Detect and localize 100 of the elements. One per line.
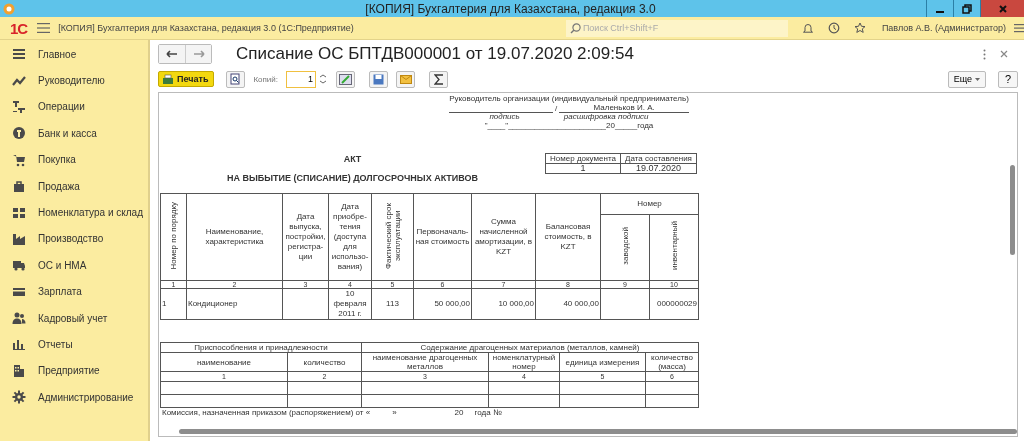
search-icon xyxy=(569,22,581,34)
close-icon[interactable] xyxy=(1000,50,1008,58)
header-cell: количество (масса) xyxy=(645,352,699,372)
sidebar-item[interactable]: Номенклатура и склад xyxy=(0,199,148,226)
restore-icon xyxy=(962,3,972,14)
ledger-icon xyxy=(12,99,26,114)
right-arrow-icon xyxy=(192,50,205,58)
header-cell: Номер xyxy=(600,193,699,215)
table-cell xyxy=(600,288,650,320)
app-logo: 1С xyxy=(10,19,28,37)
gear-icon xyxy=(12,390,26,405)
date-line: "____"______________________20_____года xyxy=(484,121,654,130)
bag-icon xyxy=(12,179,26,194)
act-subtitle: НА ВЫБЫТИЕ (СПИСАНИЕ) ДОЛГОСРОЧНЫХ АКТИВОВ xyxy=(226,173,479,183)
header-cell: Приспособления и принадлежности xyxy=(160,342,362,353)
sidebar-item[interactable]: Главное xyxy=(0,41,148,68)
signer-role: Руководитель организации (индивидуальный предприниматель) xyxy=(449,95,689,103)
print-button[interactable]: Печать xyxy=(158,71,215,87)
signature-caption: подпись xyxy=(489,113,520,121)
header-cell: Сумма начисленной амортизации, в KZT xyxy=(471,193,536,281)
signer-name: Маленьков И. А. xyxy=(559,103,690,113)
sidebar-item[interactable]: Операции xyxy=(0,93,148,121)
table-cell: 40 000,00 xyxy=(535,288,601,320)
header-cell: Первоначаль-ная стоимость xyxy=(413,193,472,281)
sidebar-item[interactable]: Покупка xyxy=(0,146,148,173)
spinner-icon[interactable] xyxy=(318,73,329,85)
save-button[interactable] xyxy=(369,70,389,88)
header-cell: инвентарный xyxy=(649,214,699,281)
scrollbar[interactable] xyxy=(179,429,1017,434)
bell-icon[interactable] xyxy=(801,22,814,34)
sum-button[interactable] xyxy=(429,70,449,88)
help-button[interactable]: ? xyxy=(998,70,1018,88)
sidebar-item[interactable]: Производство xyxy=(0,225,148,253)
header-cell: Балансовая стоимость, в KZT xyxy=(535,193,601,281)
table-cell: 1 xyxy=(545,163,621,174)
header-cell: Фактический срок эксплуатации xyxy=(371,193,414,281)
sidebar-item[interactable]: Руководителю xyxy=(0,67,148,94)
people-icon xyxy=(12,311,26,326)
close-button[interactable] xyxy=(980,0,1024,17)
sidebar-item[interactable]: Продажа xyxy=(0,172,148,200)
header-cell: Содержание драгоценных материалов (металлов, камней) xyxy=(361,342,699,353)
sidebar-item[interactable]: Банк и касса xyxy=(0,120,148,147)
header-cell: номенклатурный номер xyxy=(488,352,560,372)
decode-caption: расшифровка подписи xyxy=(563,113,649,121)
caret-icon xyxy=(975,77,980,81)
printer-icon xyxy=(162,73,174,85)
grid-icon xyxy=(12,205,26,220)
cart-icon xyxy=(12,152,26,167)
minimize-icon xyxy=(936,10,944,13)
header-cell: Дата составления xyxy=(620,153,697,164)
sidebar-item[interactable]: Предприятие xyxy=(0,357,148,385)
scrollbar[interactable] xyxy=(1010,165,1015,255)
header-cell: Номер документа xyxy=(545,153,621,164)
truck-icon xyxy=(12,258,26,273)
factory-icon xyxy=(12,231,26,246)
table-cell: 000000029 xyxy=(649,288,699,320)
sidebar-item[interactable]: Отчеты xyxy=(0,331,148,358)
search-field[interactable]: Поиск Ctrl+Shift+F xyxy=(582,19,788,37)
table-cell: 113 xyxy=(371,288,414,320)
table-cell: 1 xyxy=(160,288,187,320)
header-cell: заводской xyxy=(600,214,650,281)
header-cell: Номер по порядку xyxy=(160,193,187,281)
user-name[interactable]: Павлов А.В. (Администратор) xyxy=(881,23,1006,33)
more-button[interactable]: Еще xyxy=(947,70,986,88)
sidebar-item[interactable]: ОС и НМА xyxy=(0,252,148,279)
sidebar-item[interactable]: Кадровый учет xyxy=(0,304,148,332)
lines-icon xyxy=(12,47,26,62)
bar-chart-icon xyxy=(12,337,26,352)
menu-icon[interactable] xyxy=(37,23,51,33)
table-cell: 10 000,00 xyxy=(471,288,536,320)
table-cell xyxy=(282,288,329,320)
act-title: АКТ xyxy=(343,154,362,164)
app-icon xyxy=(3,2,15,15)
preview-icon xyxy=(230,73,242,85)
header-cell: Дата приобре-тения (доступа для использо-вания) xyxy=(328,193,372,281)
window-title: [КОПИЯ] Бухгалтерия для Казахстана, редакция 3.0 xyxy=(364,1,657,16)
preview-button[interactable] xyxy=(226,70,246,88)
coin-icon xyxy=(12,126,26,141)
table-cell: Кондиционер xyxy=(186,288,283,320)
sidebar-item[interactable]: Зарплата xyxy=(0,278,148,305)
header-cell: наименование xyxy=(160,352,288,372)
copies-label: Копий: xyxy=(253,74,279,84)
header-cell: наименование драгоценных металлов xyxy=(361,352,489,372)
header-cell: количество xyxy=(287,352,362,372)
history-icon[interactable] xyxy=(827,22,840,34)
header-cell: Дата выпуска, постройки, регистра-ции xyxy=(282,193,329,281)
building-icon xyxy=(12,363,26,378)
menu-icon[interactable] xyxy=(1014,23,1024,33)
header-cell: Наименование, характеристика xyxy=(186,193,283,281)
back-button[interactable] xyxy=(159,45,185,63)
sidebar-item[interactable]: Администрирование xyxy=(0,384,148,411)
copies-field[interactable]: 1 xyxy=(286,70,317,88)
commission-text: Комиссия, назначенная приказом (распоряжением) от « » 20 года № xyxy=(162,408,503,417)
close-icon xyxy=(997,3,1008,14)
mail-button[interactable] xyxy=(396,70,416,88)
star-icon[interactable] xyxy=(853,22,866,34)
table-cell: 19.07.2020 xyxy=(620,163,697,174)
more-icon[interactable] xyxy=(983,48,986,60)
document-title: Списание ОС БПТДВ000001 от 19.07.2020 2:09:54 xyxy=(236,44,634,64)
edit-button[interactable] xyxy=(336,70,356,88)
